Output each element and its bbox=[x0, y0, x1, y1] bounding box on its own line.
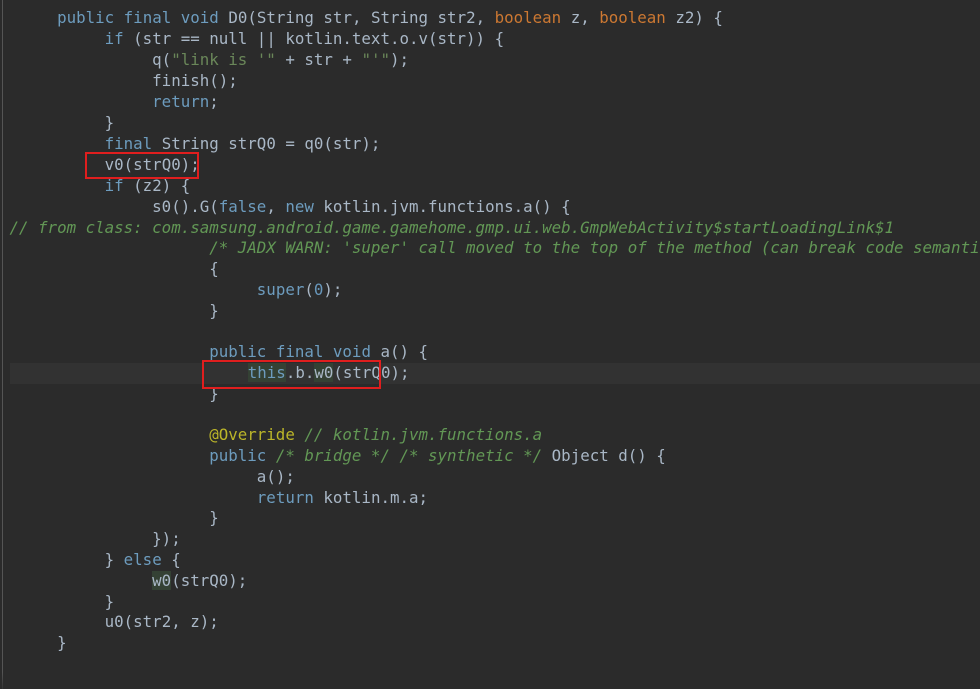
number-literal: 0 bbox=[313, 280, 324, 299]
code-line-20[interactable]: public /* bridge */ /* synthetic */ Obje… bbox=[0, 446, 666, 467]
comma: , bbox=[266, 197, 286, 216]
code-line-2[interactable]: if (str == null || kotlin.text.o.v(str))… bbox=[0, 29, 504, 50]
code-line-27[interactable]: } bbox=[0, 592, 115, 613]
u0-call: u0(str2, z); bbox=[104, 612, 219, 631]
override-annotation: @Override bbox=[209, 425, 295, 444]
keyword-new: new bbox=[285, 197, 314, 216]
code-line-28[interactable]: u0(str2, z); bbox=[0, 612, 219, 633]
code-line-26[interactable]: w0(strQ0); bbox=[0, 571, 247, 592]
code-line-10[interactable]: s0().G(false, new kotlin.jvm.functions.a… bbox=[0, 197, 571, 218]
open-brace: { bbox=[209, 259, 219, 278]
paren-close: ); bbox=[323, 280, 343, 299]
return-value: kotlin.m.a; bbox=[313, 488, 429, 507]
q-call: q( bbox=[152, 50, 172, 69]
string-declaration: String strQ0 = q0(str); bbox=[152, 134, 381, 153]
keyword-boolean: boolean bbox=[494, 8, 562, 27]
string-literal: "'" bbox=[361, 50, 390, 69]
method-d-signature: Object d() { bbox=[542, 446, 666, 465]
close-brace: } bbox=[209, 508, 219, 527]
method-a-signature: a() { bbox=[370, 342, 429, 361]
synthetic-comment: /* synthetic */ bbox=[399, 446, 543, 465]
highlight-box-w0-call bbox=[202, 360, 381, 389]
code-line-21[interactable]: a(); bbox=[0, 467, 295, 488]
code-line-25[interactable]: } else { bbox=[0, 550, 181, 571]
close-brace: } bbox=[104, 113, 115, 132]
bottom-fade bbox=[0, 672, 980, 689]
code-line-6[interactable]: } bbox=[0, 113, 115, 134]
w0-method-name: w0 bbox=[152, 571, 172, 590]
param-z: z, bbox=[561, 8, 600, 27]
code-line-15[interactable]: } bbox=[0, 301, 219, 322]
string-literal: "link is '" bbox=[171, 50, 276, 69]
code-line-9[interactable]: if (z2) { bbox=[0, 176, 191, 197]
keyword-final: final bbox=[275, 342, 324, 361]
code-line-18[interactable]: } bbox=[0, 384, 219, 405]
finish-call: finish(); bbox=[152, 71, 238, 90]
keyword-return: return bbox=[152, 92, 210, 111]
close-brace: } bbox=[104, 592, 115, 611]
keyword-public: public bbox=[209, 446, 267, 465]
keyword-public: public bbox=[57, 8, 115, 27]
override-comment: // kotlin.jvm.functions.a bbox=[304, 425, 543, 444]
close-brace: } bbox=[57, 633, 67, 652]
from-class-comment: // from class: com.samsung.android.game.… bbox=[9, 218, 894, 237]
concat-expression: + str + bbox=[275, 50, 362, 69]
close-brace: } bbox=[209, 301, 219, 320]
code-line-4[interactable]: finish(); bbox=[0, 71, 238, 92]
close-lambda: }); bbox=[152, 529, 181, 548]
open-brace: { bbox=[161, 550, 181, 569]
code-line-17-current[interactable]: this.b.w0(strQ0); bbox=[10, 363, 980, 384]
code-line-1[interactable]: public final void D0(String str, String … bbox=[0, 8, 723, 29]
keyword-else: else bbox=[123, 550, 162, 569]
s0-call: s0().G( bbox=[152, 197, 219, 216]
code-line-14[interactable]: super(0); bbox=[0, 280, 343, 301]
w0-arguments: (strQ0); bbox=[171, 571, 248, 590]
code-line-13[interactable]: { bbox=[0, 259, 219, 280]
paren-open: ( bbox=[304, 280, 314, 299]
keyword-if: if bbox=[104, 29, 124, 48]
keyword-boolean: boolean bbox=[599, 8, 666, 27]
keyword-false: false bbox=[218, 197, 267, 216]
code-editor[interactable]: public final void D0(String str, String … bbox=[0, 0, 980, 689]
close-brace: } bbox=[104, 550, 124, 569]
code-line-5[interactable]: return; bbox=[0, 92, 219, 113]
if-condition: (str == null || kotlin.text.o.v(str)) { bbox=[123, 29, 505, 48]
keyword-void: void bbox=[332, 342, 371, 361]
code-line-12[interactable]: /* JADX WARN: 'super' call moved to the … bbox=[0, 238, 980, 259]
param-z2: z2) { bbox=[665, 8, 723, 27]
keyword-final: final bbox=[104, 134, 153, 153]
jadx-warn-comment: /* JADX WARN: 'super' call moved to the … bbox=[209, 238, 980, 257]
code-line-24[interactable]: }); bbox=[0, 529, 181, 550]
keyword-void: void bbox=[180, 8, 219, 27]
anonymous-class: kotlin.jvm.functions.a() { bbox=[313, 197, 571, 216]
semicolon: ; bbox=[209, 92, 219, 111]
keyword-return: return bbox=[256, 488, 314, 507]
a-call: a(); bbox=[256, 467, 295, 486]
code-line-29[interactable]: } bbox=[0, 633, 67, 654]
keyword-public: public bbox=[209, 342, 267, 361]
code-line-23[interactable]: } bbox=[0, 508, 219, 529]
method-signature: D0(String str, String str2, bbox=[228, 8, 495, 27]
code-line-19[interactable]: @Override // kotlin.jvm.functions.a bbox=[0, 425, 542, 446]
bridge-comment: /* bridge */ bbox=[275, 446, 390, 465]
call-close: ); bbox=[389, 50, 410, 69]
keyword-super: super bbox=[256, 280, 305, 299]
code-line-3[interactable]: q("link is '" + str + "'"); bbox=[0, 50, 409, 71]
highlight-box-v0-call bbox=[85, 152, 199, 179]
code-line-22[interactable]: return kotlin.m.a; bbox=[0, 488, 428, 509]
code-line-11[interactable]: // from class: com.samsung.android.game.… bbox=[0, 218, 894, 239]
keyword-final: final bbox=[123, 8, 172, 27]
